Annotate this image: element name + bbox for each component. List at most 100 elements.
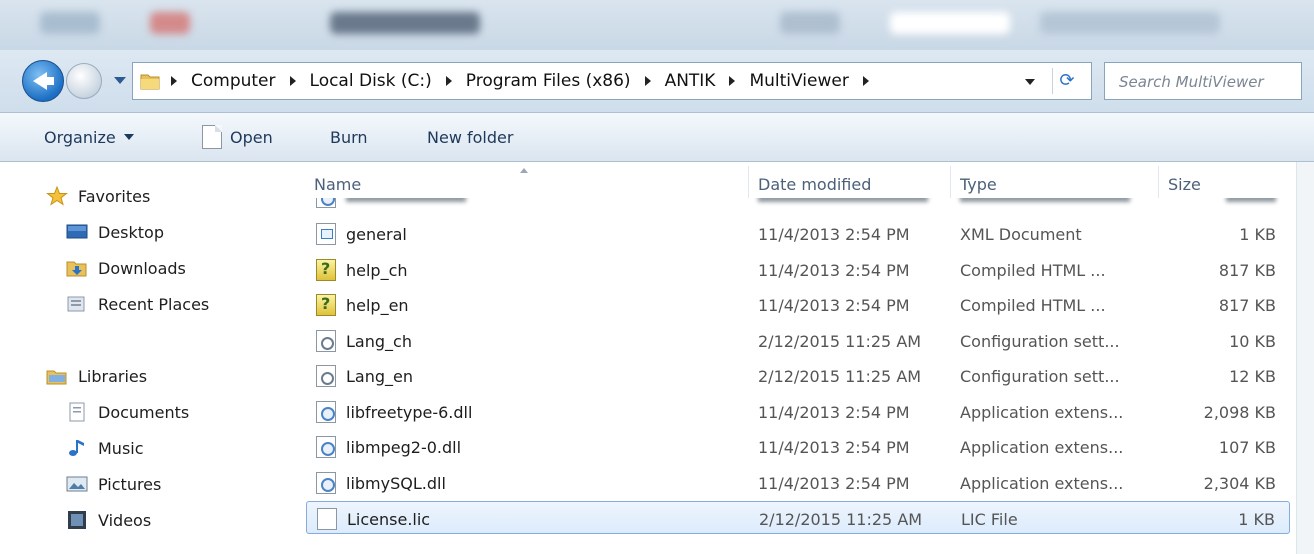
file-type: LIC File [961, 510, 1018, 529]
blurred-row-text [960, 198, 1130, 202]
open-button[interactable]: Open [202, 113, 273, 161]
file-row[interactable]: help_ch 11/4/2013 2:54 PM Compiled HTML ..… [306, 253, 1290, 286]
address-row: Computer Local Disk (C:) Program Files (… [0, 50, 1314, 112]
star-icon [46, 186, 68, 206]
blurred-title-element [330, 12, 480, 34]
file-type: Configuration sett... [960, 331, 1120, 351]
breadcrumb-local-disk[interactable]: Local Disk (C:) [310, 71, 432, 91]
nav-item-favorites[interactable]: Favorites [46, 186, 150, 206]
column-label: Type [960, 175, 997, 194]
file-name: help_ch [346, 260, 408, 280]
column-label: Name [314, 175, 362, 194]
file-row[interactable]: libfreetype-6.dll 11/4/2013 2:54 PM Applic… [306, 395, 1290, 428]
nav-label: Music [98, 438, 144, 458]
back-button[interactable] [22, 60, 64, 102]
dll-icon [316, 198, 336, 208]
file-row[interactable]: general 11/4/2013 2:54 PM XML Document 1 KB [306, 217, 1290, 250]
help-icon [316, 258, 336, 281]
blurred-title-element [1040, 12, 1220, 34]
file-date-modified: 2/12/2015 11:25 AM [759, 510, 923, 529]
refresh-icon[interactable]: ⟳ [1052, 68, 1081, 94]
file-list: general 11/4/2013 2:54 PM XML Document 1 KB… [306, 198, 1296, 554]
nav-item-documents[interactable]: Documents [66, 402, 189, 422]
file-row[interactable]: Lang_en 2/12/2015 11:25 AM Configuration s… [306, 359, 1290, 392]
file-size: 107 KB [1218, 438, 1276, 457]
nav-item-videos[interactable]: Videos [66, 510, 151, 530]
column-headers: Name Date modified Type Size [306, 162, 1296, 202]
file-date-modified: 11/4/2013 2:54 PM [758, 296, 910, 315]
help-icon [316, 294, 336, 316]
search-box[interactable] [1104, 62, 1311, 100]
nav-item-desktop[interactable]: Desktop [66, 222, 164, 242]
breadcrumb-separator-icon[interactable] [445, 76, 452, 86]
config-icon [316, 329, 336, 352]
breadcrumb-computer[interactable]: Computer [191, 71, 276, 91]
blurred-row-text [758, 198, 928, 202]
file-name: libmpeg2-0.dll [346, 438, 462, 457]
nav-item-music[interactable]: Music [66, 438, 144, 458]
file-size: 1 KB [1238, 510, 1275, 529]
libraries-icon [46, 370, 67, 385]
nav-item-recent-places[interactable]: Recent Places [66, 294, 209, 314]
breadcrumb: Computer Local Disk (C:) Program Files (… [171, 63, 883, 99]
breadcrumb-separator-icon[interactable] [644, 76, 651, 86]
breadcrumb-separator-icon[interactable] [171, 76, 177, 86]
column-divider[interactable] [748, 166, 749, 198]
file-type: Compiled HTML ... [960, 296, 1106, 315]
nav-label: Downloads [98, 258, 186, 278]
nav-item-libraries[interactable]: Libraries [46, 366, 147, 386]
organize-button[interactable]: Organize [44, 113, 134, 161]
videos-icon [68, 511, 86, 529]
nav-label: Documents [98, 402, 190, 422]
nav-item-pictures[interactable]: Pictures [66, 474, 161, 494]
blurred-row-text [1226, 198, 1276, 202]
dll-icon [316, 436, 336, 458]
column-header-date-modified[interactable]: Date modified [750, 162, 950, 202]
file-name: License.lic [347, 510, 431, 529]
file-size: 817 KB [1218, 260, 1276, 280]
recent-pages-dropdown-icon[interactable] [114, 77, 126, 84]
breadcrumb-multiviewer[interactable]: MultiViewer [749, 71, 848, 91]
file-type: Application extens... [960, 402, 1124, 422]
nav-item-downloads[interactable]: Downloads [66, 258, 186, 278]
column-label: Date modified [758, 175, 872, 194]
navigation-pane: Favorites Desktop Downloads Recent Place… [0, 162, 300, 554]
breadcrumb-antik[interactable]: ANTIK [665, 71, 716, 91]
recent-places-icon [67, 296, 85, 312]
column-divider[interactable] [1158, 166, 1159, 198]
chevron-down-icon [123, 134, 134, 140]
new-folder-button[interactable]: New folder [427, 113, 513, 161]
breadcrumb-separator-icon[interactable] [729, 76, 736, 86]
address-bar[interactable]: Computer Local Disk (C:) Program Files (… [132, 62, 1092, 100]
file-name: help_en [346, 296, 409, 315]
burn-button[interactable]: Burn [330, 113, 368, 161]
right-edge [1296, 162, 1314, 554]
blurred-title-element [40, 12, 100, 34]
column-divider[interactable] [950, 166, 951, 198]
organize-label: Organize [44, 127, 116, 147]
breadcrumb-separator-icon[interactable] [289, 76, 296, 86]
file-type: Application extens... [960, 438, 1124, 457]
downloads-folder-icon [66, 261, 87, 277]
file-row[interactable]: libmpeg2-0.dll 11/4/2013 2:54 PM Applicati… [306, 430, 1290, 463]
forward-button[interactable] [66, 63, 102, 99]
breadcrumb-program-files[interactable]: Program Files (x86) [466, 71, 631, 91]
file-type: XML Document [960, 225, 1082, 244]
file-name: Lang_ch [346, 331, 412, 351]
file-date-modified: 11/4/2013 2:54 PM [758, 402, 910, 422]
open-label: Open [230, 127, 273, 147]
file-name: general [346, 225, 407, 244]
file-date-modified: 11/4/2013 2:54 PM [758, 473, 910, 493]
partially-hidden-row[interactable] [306, 198, 1290, 211]
file-row[interactable]: libmySQL.dll 11/4/2013 2:54 PM Application… [306, 466, 1290, 499]
file-row[interactable]: Lang_ch 2/12/2015 11:25 AM Configuration s… [306, 324, 1290, 357]
file-row[interactable]: help_en 11/4/2013 2:54 PM Compiled HTML ..… [306, 288, 1290, 321]
xml-icon [316, 223, 336, 245]
search-input[interactable] [1117, 72, 1311, 92]
breadcrumb-separator-icon[interactable] [862, 76, 869, 86]
file-date-modified: 11/4/2013 2:54 PM [758, 438, 910, 457]
column-header-size[interactable]: Size [1160, 162, 1290, 202]
address-history-dropdown-icon[interactable] [1025, 79, 1035, 85]
column-header-type[interactable]: Type [952, 162, 1152, 202]
file-row[interactable]: License.lic 2/12/2015 11:25 AM LIC File 1 K… [306, 501, 1290, 534]
